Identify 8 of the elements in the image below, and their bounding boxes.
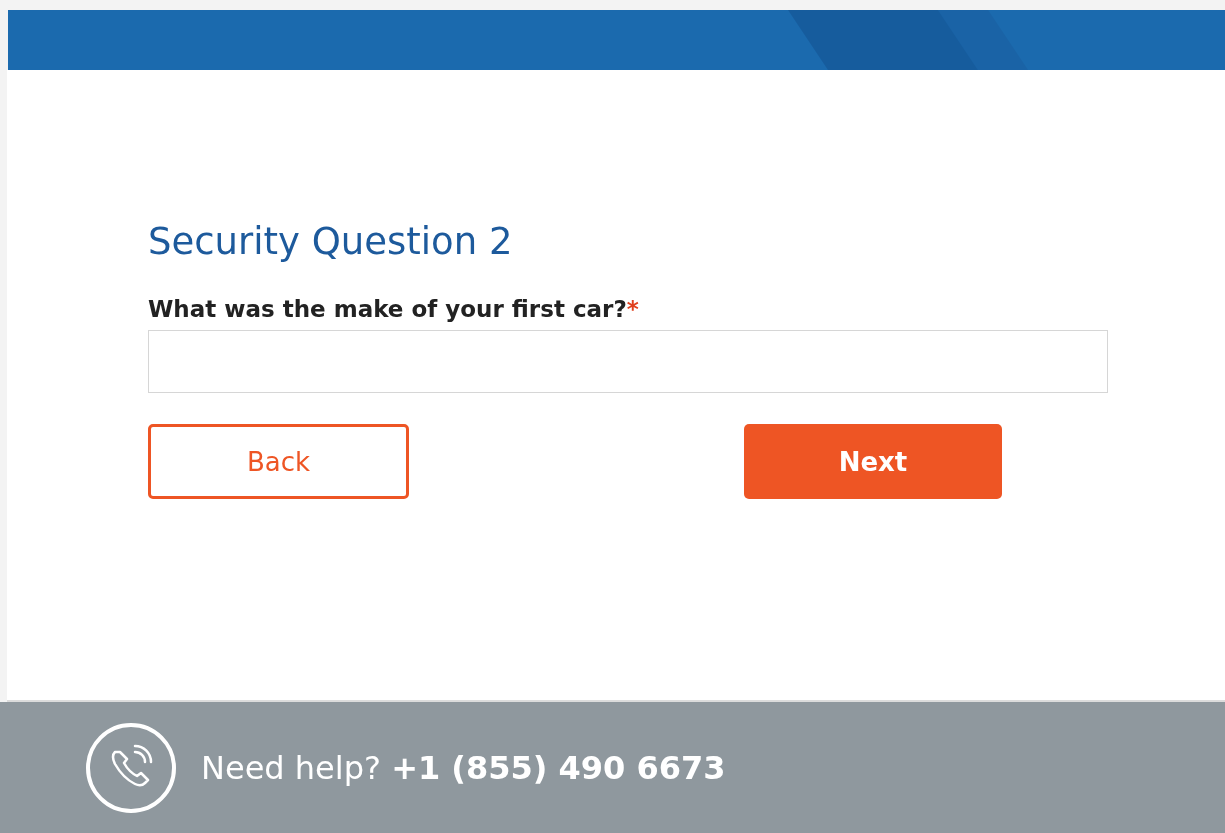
next-button[interactable]: Next [744, 424, 1002, 500]
help-text: Need help? +1 (855) 490 6673 [201, 748, 726, 787]
question-label: What was the make of your first car? [148, 296, 627, 323]
required-mark: * [626, 296, 639, 323]
back-button[interactable]: Back [148, 424, 409, 500]
page-title: Security Question 2 [148, 220, 514, 265]
phone-icon [85, 721, 177, 814]
answer-field[interactable] [148, 330, 1108, 394]
